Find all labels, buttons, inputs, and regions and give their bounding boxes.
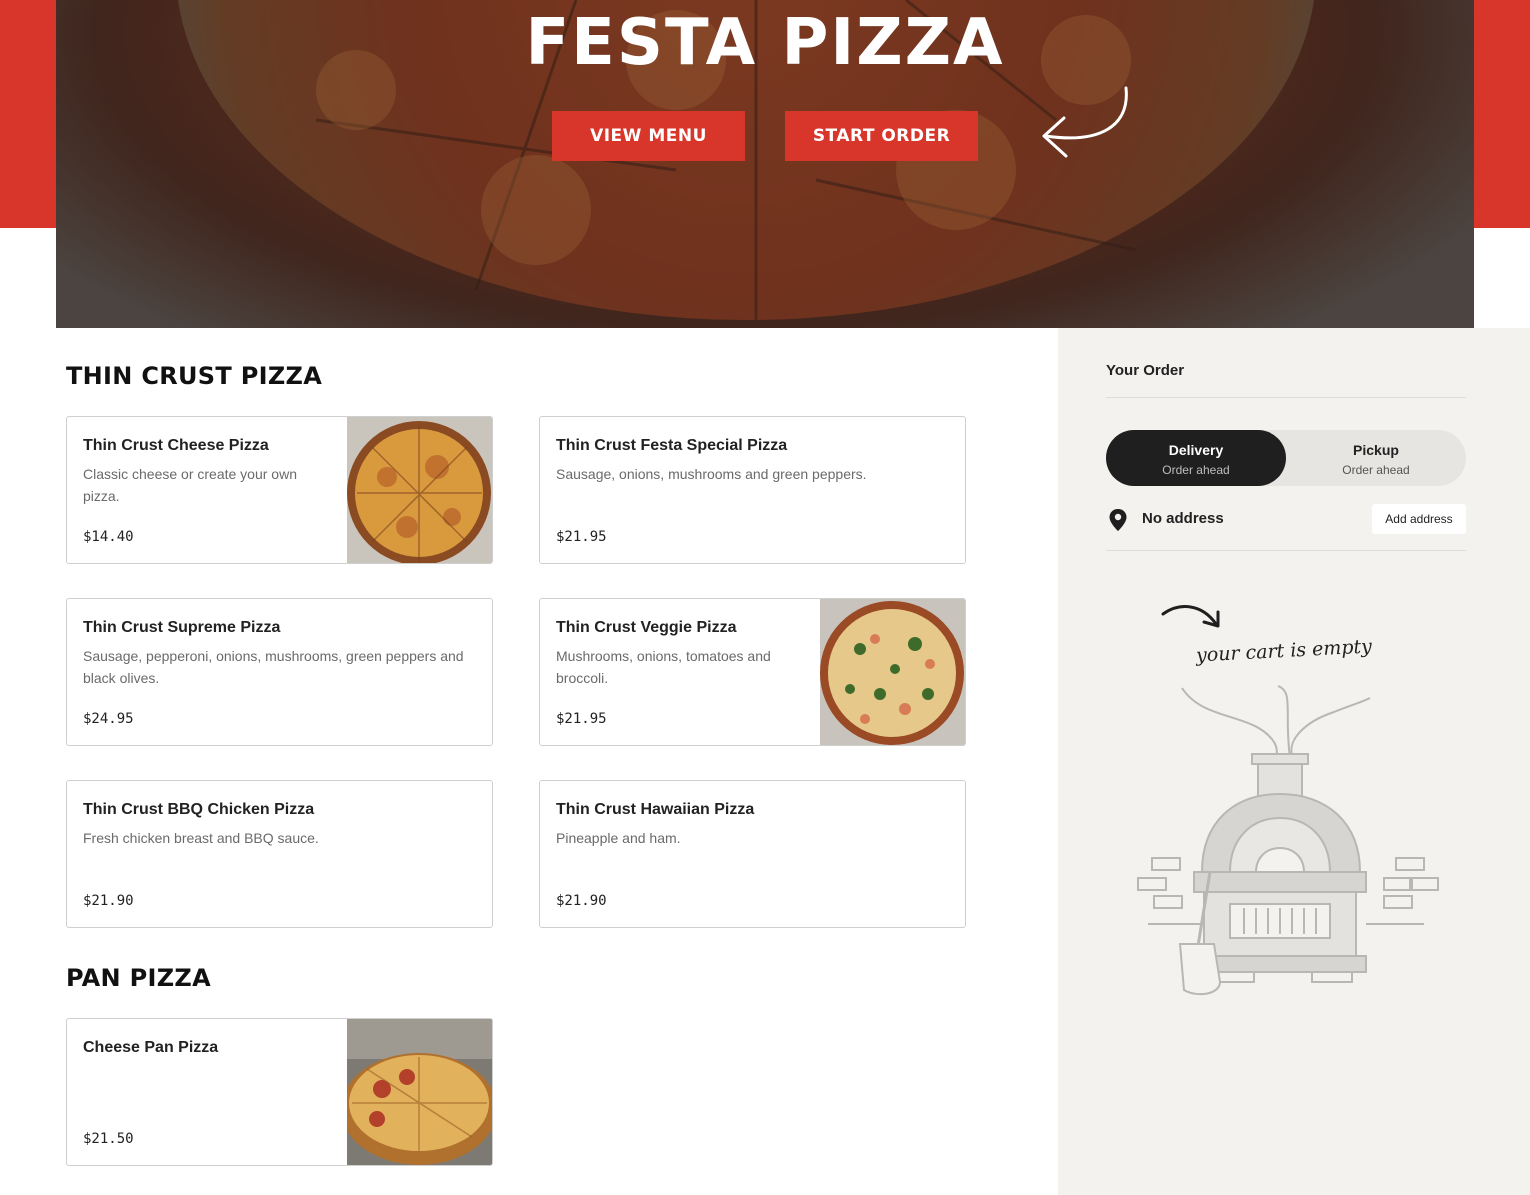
- menu-item-name: Thin Crust Veggie Pizza: [556, 619, 737, 636]
- arrow-doodle-icon: [1042, 86, 1128, 158]
- divider: [1106, 550, 1466, 551]
- menu-item-name: Thin Crust Supreme Pizza: [83, 619, 281, 636]
- location-pin-icon: [1109, 509, 1127, 531]
- delivery-sublabel: Order ahead: [1162, 463, 1230, 477]
- restaurant-title: FESTA PIZZA: [525, 6, 1005, 80]
- menu-item-description: Pineapple and ham.: [556, 830, 681, 846]
- order-mode-toggle: Delivery Order ahead Pickup Order ahead: [1106, 430, 1466, 486]
- pickup-label: Pickup: [1353, 442, 1399, 458]
- pan-pizza-photo: [347, 1019, 492, 1165]
- delivery-option[interactable]: Delivery Order ahead: [1106, 430, 1286, 486]
- menu-item-card[interactable]: Thin Crust Supreme Pizza Sausage, pepper…: [66, 598, 493, 746]
- menu-item-name: Cheese Pan Pizza: [83, 1039, 219, 1056]
- empty-cart-text: your cart is empty: [1195, 635, 1373, 667]
- delivery-label: Delivery: [1168, 442, 1224, 458]
- menu-item-card[interactable]: Thin Crust Cheese Pizza Classic cheese o…: [66, 416, 493, 564]
- order-title: Your Order: [1106, 362, 1185, 379]
- menu-item-description: Mushrooms, onions, tomatoes and broccoli…: [556, 648, 771, 686]
- menu-item-name: Thin Crust Hawaiian Pizza: [556, 801, 755, 818]
- menu-item-description: Sausage, onions, mushrooms and green pep…: [556, 466, 867, 482]
- menu-item-price: $21.50: [83, 1131, 134, 1147]
- menu-item-card[interactable]: Thin Crust BBQ Chicken Pizza Fresh chick…: [66, 780, 493, 928]
- menu-item-card[interactable]: Thin Crust Hawaiian Pizza Pineapple and …: [539, 780, 966, 928]
- arrow-doodle-icon: [1161, 605, 1220, 628]
- pickup-sublabel: Order ahead: [1342, 463, 1410, 477]
- menu-item-price: $21.90: [83, 893, 134, 909]
- menu-item-price: $21.95: [556, 529, 607, 545]
- menu-item-description: Sausage, pepperoni, onions, mushrooms, g…: [83, 648, 464, 686]
- section-title-thin-crust: THIN CRUST PIZZA: [66, 362, 323, 390]
- address-text: No address: [1142, 510, 1224, 527]
- menu-item-price: $21.90: [556, 893, 607, 909]
- menu-item-price: $14.40: [83, 529, 134, 545]
- pizza-oven-illustration: [1137, 685, 1439, 996]
- menu-item-card[interactable]: Thin Crust Festa Special Pizza Sausage, …: [539, 416, 966, 564]
- view-menu-button[interactable]: VIEW MENU: [552, 111, 745, 161]
- menu-item-description: Classic cheese or create your own pizza.: [83, 466, 297, 504]
- menu-item-name: Thin Crust Festa Special Pizza: [556, 437, 788, 454]
- start-order-button[interactable]: START ORDER: [785, 111, 978, 161]
- menu-item-description: Fresh chicken breast and BBQ sauce.: [83, 830, 319, 846]
- section-title-pan-pizza: PAN PIZZA: [66, 964, 212, 992]
- menu-item-card[interactable]: Cheese Pan Pizza $21.50: [66, 1018, 493, 1166]
- order-sidebar: Your Order Delivery Order ahead Pickup O…: [1058, 328, 1530, 1195]
- menu-item-price: $21.95: [556, 711, 607, 727]
- menu-item-name: Thin Crust Cheese Pizza: [83, 437, 269, 454]
- cheese-pizza-photo: [347, 417, 492, 563]
- address-row: No address Add address: [1106, 502, 1466, 536]
- divider: [1106, 397, 1466, 398]
- menu-item-name: Thin Crust BBQ Chicken Pizza: [83, 801, 315, 818]
- menu-item-price: $24.95: [83, 711, 134, 727]
- menu-item-card[interactable]: Thin Crust Veggie Pizza Mushrooms, onion…: [539, 598, 966, 746]
- add-address-button[interactable]: Add address: [1372, 504, 1466, 534]
- pickup-option[interactable]: Pickup Order ahead: [1286, 430, 1466, 486]
- veggie-pizza-photo: [820, 599, 965, 745]
